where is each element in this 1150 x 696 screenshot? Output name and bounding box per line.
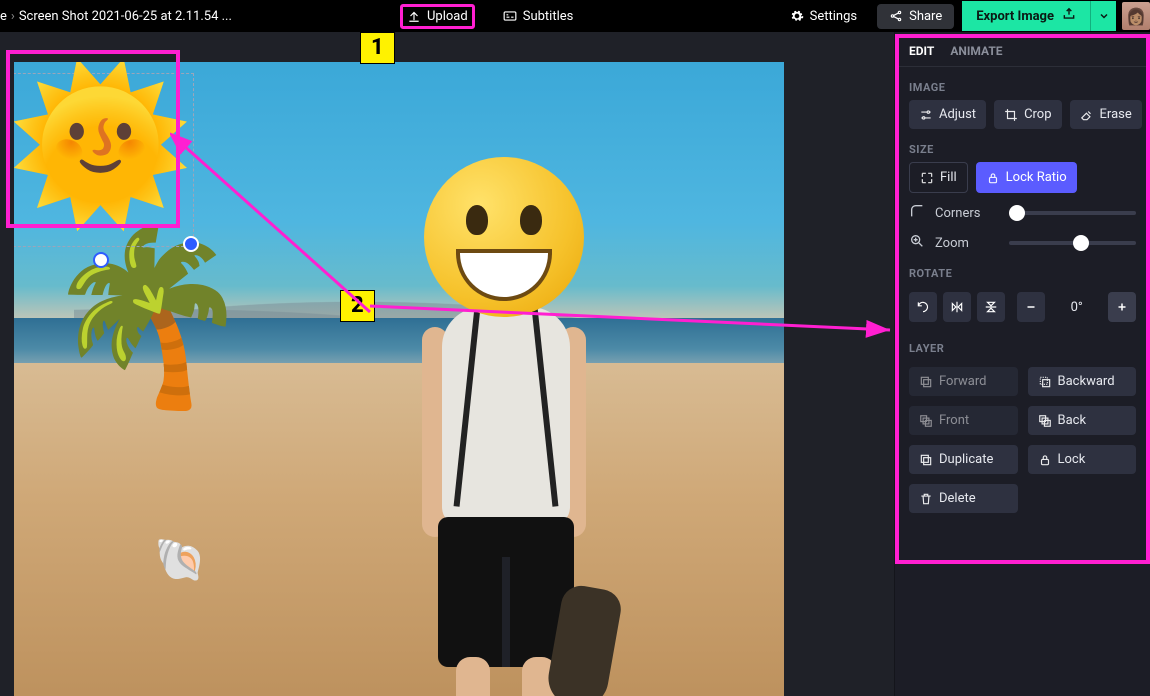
- canvas-area[interactable]: 🌴 🐚 🌞 1 2: [0, 32, 894, 696]
- rotate-ccw-button[interactable]: [909, 292, 937, 322]
- duplicate-button[interactable]: Duplicate: [909, 445, 1018, 474]
- section-rotate-header: ROTATE: [899, 253, 1146, 286]
- emoji-mouth: [456, 249, 552, 301]
- rotate-handle[interactable]: [93, 252, 109, 268]
- zoom-icon: [909, 233, 925, 253]
- adjust-label: Adjust: [939, 107, 976, 122]
- subtitles-label: Subtitles: [523, 9, 574, 24]
- sun-selection-box[interactable]: 🌞: [14, 73, 194, 247]
- breadcrumb-root: e: [0, 9, 7, 24]
- upload-icon: [407, 9, 421, 23]
- upload-label: Upload: [427, 9, 468, 24]
- flip-horizontal-button[interactable]: [943, 292, 971, 322]
- section-layer-header: LAYER: [899, 328, 1146, 361]
- corners-row: Corners: [899, 193, 1146, 223]
- corners-label: Corners: [935, 206, 999, 221]
- lock-ratio-label: Lock Ratio: [1006, 170, 1067, 185]
- erase-label: Erase: [1100, 107, 1132, 122]
- delete-button[interactable]: Delete: [909, 484, 1018, 513]
- crop-label: Crop: [1024, 107, 1051, 122]
- person-layer[interactable]: [394, 157, 614, 696]
- layer-forward-label: Forward: [939, 374, 986, 389]
- emoji-eye: [466, 205, 488, 235]
- share-button[interactable]: Share: [877, 4, 954, 29]
- lock-ratio-button[interactable]: Lock Ratio: [976, 162, 1077, 193]
- top-bar: e › Screen Shot 2021-06-25 at 2.11.54 ..…: [0, 0, 1150, 32]
- fill-button[interactable]: Fill: [909, 162, 968, 193]
- export-group: Export Image: [962, 1, 1116, 31]
- layer-backward-button[interactable]: Backward: [1028, 367, 1137, 396]
- zoom-slider[interactable]: [1009, 241, 1136, 245]
- zoom-row: Zoom: [899, 223, 1146, 253]
- delete-label: Delete: [939, 491, 976, 506]
- palm-emoji-layer[interactable]: 🌴: [42, 232, 254, 402]
- upload-button[interactable]: Upload: [400, 4, 475, 29]
- layer-forward-button[interactable]: Forward: [909, 367, 1018, 396]
- section-image-header: IMAGE: [899, 67, 1146, 100]
- layer-front-button[interactable]: Front: [909, 406, 1018, 435]
- main: 🌴 🐚 🌞 1 2 EDIT ANIMATE IMAGE: [0, 32, 1150, 696]
- share-icon: [889, 9, 903, 23]
- shell-emoji-layer[interactable]: 🐚: [154, 536, 206, 585]
- annotation-label-1: 1: [360, 32, 395, 64]
- canvas[interactable]: 🌴 🐚 🌞: [14, 62, 784, 696]
- avatar[interactable]: 👩🏽: [1122, 2, 1150, 30]
- export-label: Export Image: [976, 9, 1054, 24]
- rotate-plus-button[interactable]: [1108, 292, 1136, 322]
- layer-back-button[interactable]: Back: [1028, 406, 1137, 435]
- duplicate-label: Duplicate: [939, 452, 993, 467]
- export-icon: [1062, 7, 1076, 25]
- share-label: Share: [909, 9, 942, 24]
- subtitles-icon: [503, 10, 517, 22]
- section-size-header: SIZE: [899, 129, 1146, 162]
- corners-icon: [909, 203, 925, 223]
- breadcrumb-file: Screen Shot 2021-06-25 at 2.11.54 ...: [19, 9, 232, 24]
- panel-tabs: EDIT ANIMATE: [899, 34, 1146, 67]
- tab-[interactable]: EDIT: [909, 44, 934, 58]
- zoom-label: Zoom: [935, 236, 999, 251]
- edit-panel: EDIT ANIMATE IMAGE Adjust Crop Erase SIZ…: [894, 32, 1150, 696]
- flip-vertical-button[interactable]: [977, 292, 1005, 322]
- rotate-value: 0°: [1051, 300, 1102, 315]
- export-button[interactable]: Export Image: [962, 1, 1090, 31]
- settings-label: Settings: [810, 9, 857, 24]
- layer-back-label: Back: [1058, 413, 1087, 428]
- face-emoji-layer[interactable]: [424, 157, 584, 317]
- person-leg: [456, 657, 490, 696]
- lock-button[interactable]: Lock: [1028, 445, 1137, 474]
- fill-label: Fill: [940, 170, 957, 185]
- breadcrumb[interactable]: e › Screen Shot 2021-06-25 at 2.11.54 ..…: [0, 9, 280, 24]
- emoji-eye: [520, 205, 542, 235]
- layer-front-label: Front: [939, 413, 969, 428]
- erase-button[interactable]: Erase: [1070, 100, 1142, 129]
- annotation-label-2: 2: [340, 290, 375, 322]
- adjust-button[interactable]: Adjust: [909, 100, 986, 129]
- layer-backward-label: Backward: [1058, 374, 1115, 389]
- tab-animate[interactable]: ANIMATE: [950, 44, 1002, 58]
- sun-emoji-layer[interactable]: 🌞: [14, 70, 194, 220]
- lock-label: Lock: [1058, 452, 1086, 467]
- corners-slider[interactable]: [1009, 211, 1136, 215]
- rotate-minus-button[interactable]: [1017, 292, 1045, 322]
- gear-icon: [790, 9, 804, 23]
- crop-button[interactable]: Crop: [994, 100, 1061, 129]
- settings-button[interactable]: Settings: [780, 6, 867, 27]
- export-dropdown[interactable]: [1090, 1, 1116, 31]
- chevron-right-icon: ›: [11, 9, 15, 24]
- subtitles-button[interactable]: Subtitles: [493, 6, 584, 27]
